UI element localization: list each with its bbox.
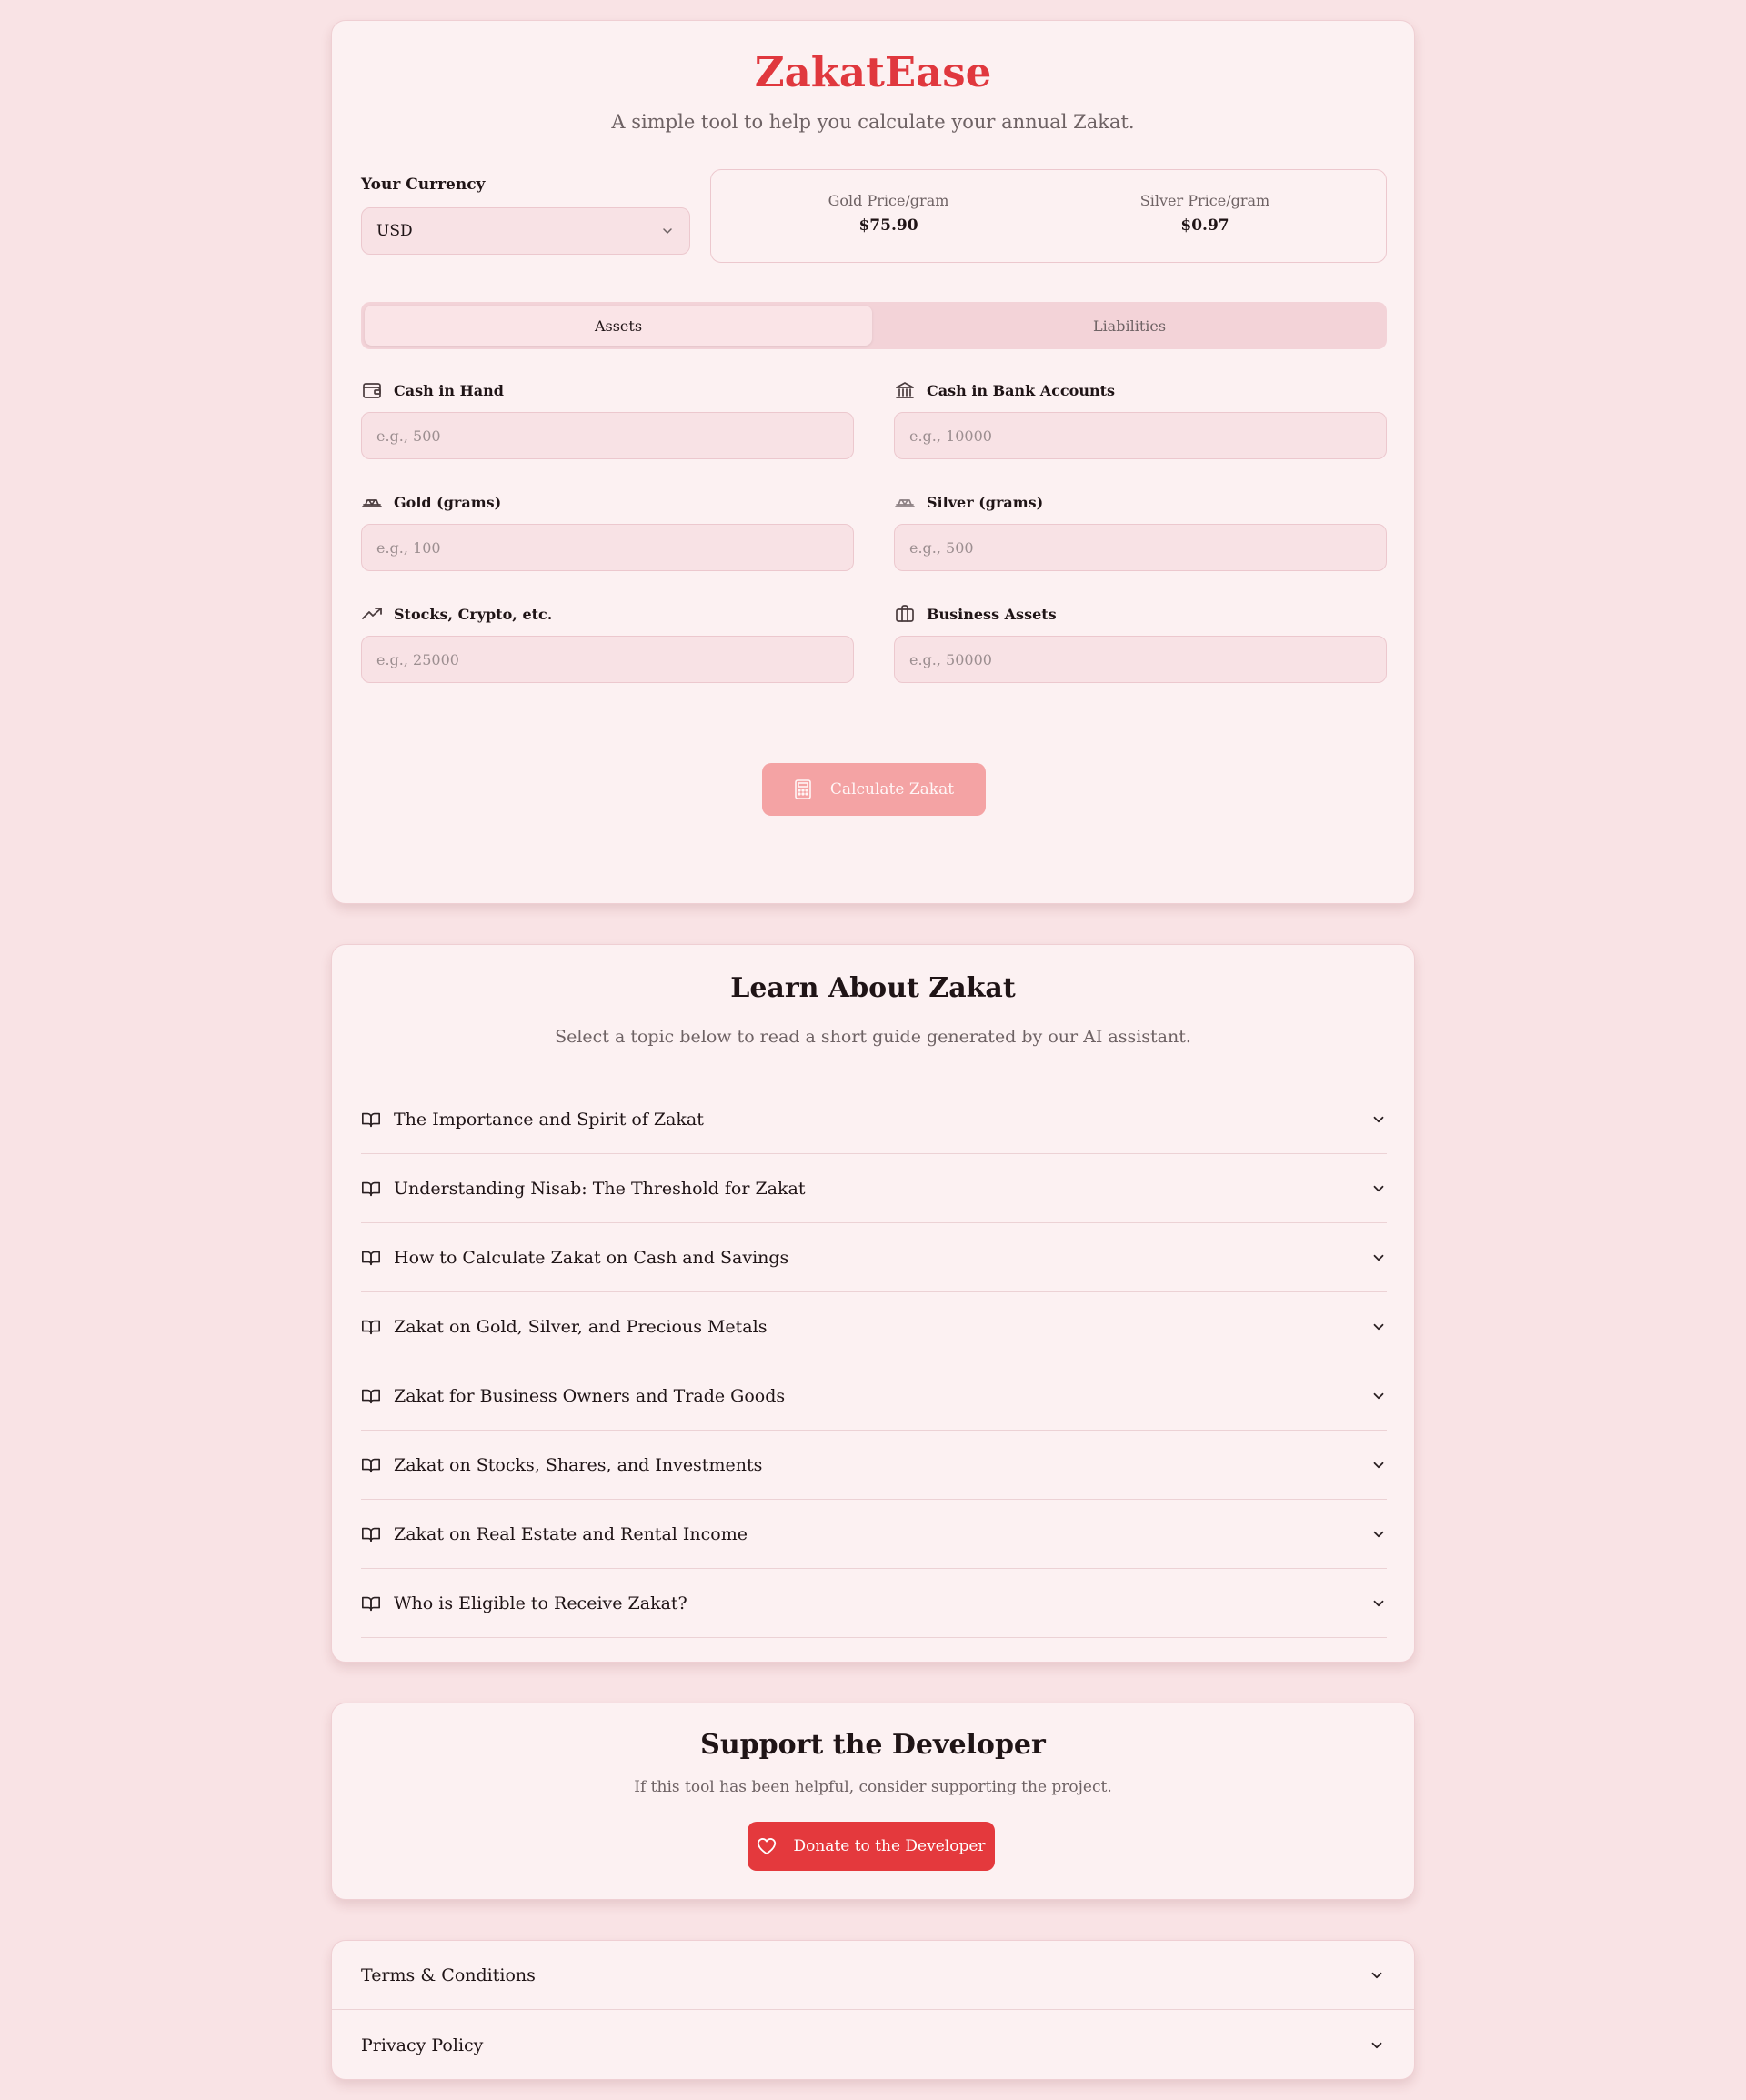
field-cash-in-bank: Cash in Bank Accounts <box>894 379 1387 459</box>
chevron-down-icon <box>1373 1462 1384 1468</box>
topic-item[interactable]: The Importance and Spirit of Zakat <box>361 1085 1387 1154</box>
currency-value: USD <box>376 222 413 240</box>
book-open-icon <box>362 1112 380 1127</box>
calculate-zakat-label: Calculate Zakat <box>829 780 955 799</box>
donate-label: Donate to the Developer <box>793 1837 986 1855</box>
field-stocks: Stocks, Crypto, etc. <box>361 603 854 683</box>
support-subtitle: If this tool has been helpful, consider … <box>634 1778 1112 1796</box>
topic-label: How to Calculate Zakat on Cash and Savin… <box>394 1247 789 1268</box>
chevron-down-icon <box>663 228 672 234</box>
cash-in-hand-input[interactable] <box>361 412 854 459</box>
silver-price: Silver Price/gram $0.97 <box>1096 192 1314 235</box>
terms-accordion[interactable]: Terms & Conditions <box>332 1941 1414 2010</box>
field-gold: Gold (grams) <box>361 491 854 571</box>
topic-label: Understanding Nisab: The Threshold for Z… <box>394 1178 806 1199</box>
field-label: Silver (grams) <box>927 493 1044 511</box>
topic-label: Who is Eligible to Receive Zakat? <box>394 1593 687 1613</box>
gem-icon <box>895 499 915 507</box>
chevron-down-icon <box>1373 1392 1384 1399</box>
chevron-down-icon <box>1373 1185 1384 1191</box>
topic-label: Zakat on Stocks, Shares, and Investments <box>394 1454 763 1475</box>
book-open-icon <box>362 1389 380 1403</box>
learn-subtitle: Select a topic below to read a short gui… <box>555 1027 1191 1047</box>
chevron-down-icon <box>1373 1531 1384 1537</box>
silver-input[interactable] <box>894 524 1387 571</box>
field-silver: Silver (grams) <box>894 491 1387 571</box>
support-title: Support the Developer <box>700 1729 1046 1761</box>
silver-price-value: $0.97 <box>1180 216 1229 235</box>
field-label: Stocks, Crypto, etc. <box>394 605 553 623</box>
gem-icon <box>362 499 382 507</box>
topic-accordion: The Importance and Spirit of Zakat Under… <box>361 1085 1387 1638</box>
field-label: Business Assets <box>927 605 1057 623</box>
field-label: Gold (grams) <box>394 493 502 511</box>
gold-price-value: $75.90 <box>858 216 918 235</box>
field-cash-in-hand: Cash in Hand <box>361 379 854 459</box>
topic-label: Zakat on Real Estate and Rental Income <box>394 1523 748 1544</box>
learn-title: Learn About Zakat <box>730 972 1016 1004</box>
learn-card: Learn About Zakat Select a topic below t… <box>331 944 1415 1663</box>
calculator-icon <box>795 779 811 799</box>
tab-assets[interactable]: Assets <box>365 306 872 346</box>
field-business-assets: Business Assets <box>894 603 1387 683</box>
metal-prices-panel: Gold Price/gram $75.90 Silver Price/gram… <box>710 169 1387 263</box>
wallet-icon <box>363 383 381 398</box>
privacy-accordion[interactable]: Privacy Policy <box>332 2011 1414 2079</box>
asset-liability-tabs: Assets Liabilities <box>361 302 1387 349</box>
calculate-zakat-button[interactable]: Calculate Zakat <box>762 763 986 816</box>
gold-price: Gold Price/gram $75.90 <box>779 192 998 235</box>
book-open-icon <box>362 1458 380 1472</box>
terms-label: Terms & Conditions <box>361 1964 536 1985</box>
book-open-icon <box>362 1527 380 1542</box>
chevron-down-icon <box>1373 1116 1384 1122</box>
gold-price-label: Gold Price/gram <box>828 192 949 209</box>
topic-item[interactable]: Zakat for Business Owners and Trade Good… <box>361 1361 1387 1431</box>
bank-icon <box>896 382 914 398</box>
briefcase-icon <box>896 605 914 622</box>
book-open-icon <box>362 1596 380 1611</box>
topic-item[interactable]: Zakat on Gold, Silver, and Precious Meta… <box>361 1292 1387 1361</box>
gold-input[interactable] <box>361 524 854 571</box>
book-open-icon <box>362 1320 380 1334</box>
chevron-down-icon <box>1373 1254 1384 1261</box>
app-title: ZakatEase <box>754 48 992 96</box>
privacy-label: Privacy Policy <box>361 2035 484 2055</box>
heart-icon <box>758 1838 777 1855</box>
topic-item[interactable]: How to Calculate Zakat on Cash and Savin… <box>361 1223 1387 1292</box>
silver-price-label: Silver Price/gram <box>1139 192 1270 209</box>
chevron-down-icon <box>1371 1972 1382 1978</box>
field-label: Cash in Bank Accounts <box>927 381 1116 399</box>
stocks-input[interactable] <box>361 636 854 683</box>
support-card: Support the Developer If this tool has b… <box>331 1703 1415 1900</box>
chevron-down-icon <box>1373 1323 1384 1330</box>
chevron-down-icon <box>1373 1600 1384 1606</box>
currency-label: Your Currency <box>361 176 486 194</box>
donate-button[interactable]: Donate to the Developer <box>748 1822 995 1871</box>
book-open-icon <box>362 1181 380 1196</box>
tab-liabilities[interactable]: Liabilities <box>876 306 1383 346</box>
currency-select[interactable]: USD <box>361 207 690 255</box>
topic-label: Zakat on Gold, Silver, and Precious Meta… <box>394 1316 768 1337</box>
topic-item[interactable]: Who is Eligible to Receive Zakat? <box>361 1569 1387 1638</box>
legal-card: Terms & Conditions Privacy Policy <box>331 1940 1415 2080</box>
topic-item[interactable]: Understanding Nisab: The Threshold for Z… <box>361 1154 1387 1223</box>
calculator-card: ZakatEase A simple tool to help you calc… <box>331 20 1415 904</box>
field-label: Cash in Hand <box>394 381 504 399</box>
trending-up-icon <box>362 608 382 619</box>
topic-item[interactable]: Zakat on Stocks, Shares, and Investments <box>361 1431 1387 1500</box>
app-subtitle: A simple tool to help you calculate your… <box>611 111 1135 133</box>
topic-label: The Importance and Spirit of Zakat <box>394 1109 704 1130</box>
topic-item[interactable]: Zakat on Real Estate and Rental Income <box>361 1500 1387 1569</box>
topic-label: Zakat for Business Owners and Trade Good… <box>394 1385 786 1406</box>
book-open-icon <box>362 1251 380 1265</box>
business-assets-input[interactable] <box>894 636 1387 683</box>
cash-in-bank-input[interactable] <box>894 412 1387 459</box>
chevron-down-icon <box>1371 2042 1382 2049</box>
